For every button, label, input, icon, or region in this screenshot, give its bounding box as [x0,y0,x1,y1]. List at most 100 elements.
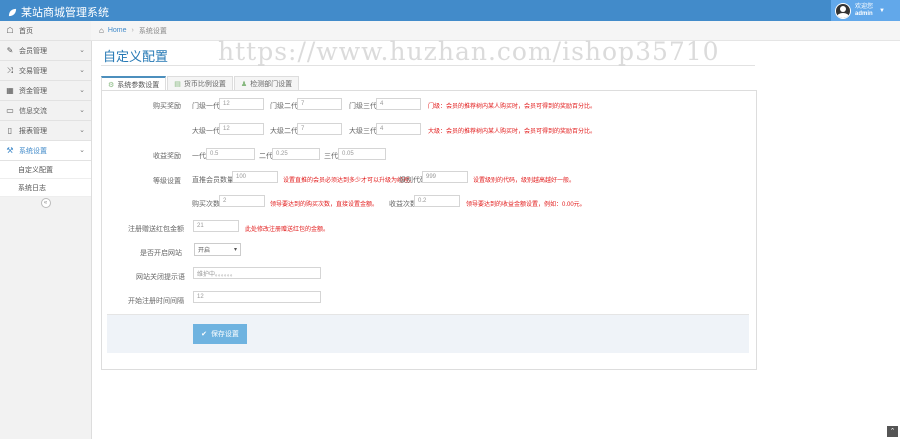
profit-reward-label: 收益奖励 [153,153,181,160]
profit-gen1-input[interactable]: 0.5 [206,148,255,160]
page-title: 自定义配置 [103,49,169,64]
sidebar-item-messages[interactable]: ▭ 信息交流 ⌄ [0,101,91,121]
purchase-big-gen3-input[interactable]: 4 [376,123,421,135]
tab-system-params[interactable]: ⚙ 系统参数设置 [101,76,167,91]
earning-count-label: 收益次数 [389,201,417,208]
site-closed-message-input[interactable]: 维护中。。。。。。 [193,267,321,279]
app-brand[interactable]: 某站商城管理系统 [8,4,109,20]
breadcrumb-separator-icon: › [131,27,134,34]
sidebar-item-label: 首页 [19,27,33,35]
purchase-big-gen2-input[interactable]: 7 [297,123,342,135]
tier-settings-label: 等级设置 [153,178,181,185]
comment-icon: ▭ [6,105,14,115]
level-code-note: 设置级别的代码，级别越高越好一般。 [473,178,576,184]
chevron-down-icon: ⌄ [79,87,85,94]
profit-gen3-input[interactable]: 0.05 [338,148,386,160]
breadcrumb-current: 系统设置 [138,27,167,35]
purchase-door-gen3-input[interactable]: 4 [376,98,421,110]
login-interval-input[interactable]: 12 [193,291,321,303]
scroll-to-top-icon[interactable]: ⌃ [887,426,898,437]
purchase-count-note: 领导要达到的购买次数，直接设置金额。 [270,202,379,208]
profit-gen2-input[interactable]: 0.25 [272,148,320,160]
earning-count-note: 领导要达到的收益金额设置，例如：0.00元。 [466,202,586,208]
chevron-down-icon: ⌄ [79,107,85,114]
sidebar-item-members[interactable]: ✎ 会员管理 ⌄ [0,41,91,61]
form-actions: ✔ 保存设置 [107,314,749,353]
tab-label: 货币比例设置 [183,80,226,88]
book-icon: ▯ [7,125,13,135]
sidebar-item-home[interactable]: ☖ 首页 [0,21,91,41]
caret-down-icon: ▼ [879,7,885,14]
app-title: 某站商城管理系统 [21,7,109,19]
purchase-count-input[interactable]: 2 [219,195,265,207]
chevron-down-icon: ⌄ [79,67,85,74]
sidebar-item-label: 会员管理 [19,47,47,55]
register-bonus-note: 此处修改注册赠送红包的金额。 [245,227,330,233]
user-names: 欢迎您 admin [855,4,873,18]
leaf-icon [8,8,17,16]
chevron-down-icon: ⌄ [79,147,85,154]
home-icon: ⌂ [99,26,104,35]
sidebar-item-funds[interactable]: ▦ 资金管理 ⌄ [0,81,91,101]
site-open-label: 是否开启网站 [140,250,182,257]
purchase-door-gen1-input[interactable]: 12 [219,98,264,110]
register-bonus-input[interactable]: 21 [193,220,239,232]
save-button[interactable]: ✔ 保存设置 [193,324,247,344]
purchase-count-label: 购买次数 [192,201,220,208]
sidebar-item-reports[interactable]: ▯ 报表管理 ⌄ [0,121,91,141]
sidebar-subitem-system-log[interactable]: 系统日志 [0,179,91,197]
site-closed-message-label: 网站关闭提示语 [136,274,185,281]
user-name: admin [855,10,873,17]
sidebar-item-label: 资金管理 [19,87,47,95]
level-code-input[interactable]: 999 [422,171,468,183]
check-icon: ✔ [201,331,207,338]
sidebar-collapse-toggle[interactable]: « [0,197,91,209]
sidebar: ☖ 首页 ✎ 会员管理 ⌄ ⤨ 交易管理 ⌄ ▦ 资金管理 ⌄ ▭ 信息交流 ⌄… [0,21,92,439]
purchase-reward-note-2: 大级：会员的推荐树内某人购买时，会员可得到的奖励百分比。 [428,129,597,135]
site-open-select[interactable]: 开启 ▾ [194,243,241,256]
sidebar-item-label: 报表管理 [19,127,47,135]
user-menu[interactable]: 欢迎您 admin ▼ [831,0,900,21]
save-button-label: 保存设置 [210,331,239,338]
direct-count-input[interactable]: 100 [232,171,278,183]
sidebar-subitem-label: 系统日志 [18,184,46,192]
tab-currency-ratio[interactable]: ▤ 货币比例设置 [167,76,233,90]
breadcrumb: ⌂ Home › 系统设置 [91,21,900,41]
breadcrumb-home-link[interactable]: Home [108,27,127,34]
purchase-reward-label: 购买奖励 [153,103,181,110]
field-label: 大级二代 [270,128,298,135]
user-greeting: 欢迎您 [855,3,874,10]
title-divider [101,65,755,66]
sidebar-item-trades[interactable]: ⤨ 交易管理 ⌄ [0,61,91,81]
field-label: 大级三代 [349,128,377,135]
field-label: 大级一代 [192,128,220,135]
sidebar-item-label: 系统设置 [19,147,47,155]
chevron-down-icon: ▾ [233,247,237,253]
sidebar-subitem-custom-config[interactable]: 自定义配置 [0,161,91,179]
watermark-text: https://www.huzhan.com/ishop35710 [218,37,720,66]
field-label: 门级三代 [349,103,377,110]
sidebar-item-settings[interactable]: ⚒ 系统设置 ⌄ [0,141,91,161]
double-chevron-left-icon: « [40,198,51,208]
direct-count-note: 设置直推的会员必须达到多少才可以升级为经理。 [283,178,416,184]
field-label: 门级二代 [270,103,298,110]
sidebar-subitem-label: 自定义配置 [18,166,53,174]
field-label: 二代 [259,153,273,160]
shuffle-icon: ⤨ [6,65,14,75]
purchase-big-gen1-input[interactable]: 12 [219,123,264,135]
field-label: 三代 [324,153,338,160]
tab-inspection-dept[interactable]: ♟ 检测部门设置 [233,76,300,90]
chevron-down-icon: ⌄ [79,127,85,134]
login-interval-label: 开始注册时间间隔 [128,298,184,305]
tab-label: 检测部门设置 [250,80,293,88]
money-icon: ▤ [174,80,181,88]
settings-tabs: ⚙ 系统参数设置 ▤ 货币比例设置 ♟ 检测部门设置 [101,76,300,91]
tab-label: 系统参数设置 [117,81,160,89]
direct-count-label: 直推会员数量 [192,177,234,184]
top-navbar: 某站商城管理系统 欢迎您 admin ▼ [0,0,900,21]
sidebar-item-label: 交易管理 [19,67,47,75]
purchase-reward-note-1: 门级：会员的推荐树内某人购买时，会员可得到的奖励百分比。 [428,104,597,110]
field-label: 门级一代 [192,103,220,110]
earning-count-input[interactable]: 0.2 [414,195,460,207]
purchase-door-gen2-input[interactable]: 7 [297,98,342,110]
